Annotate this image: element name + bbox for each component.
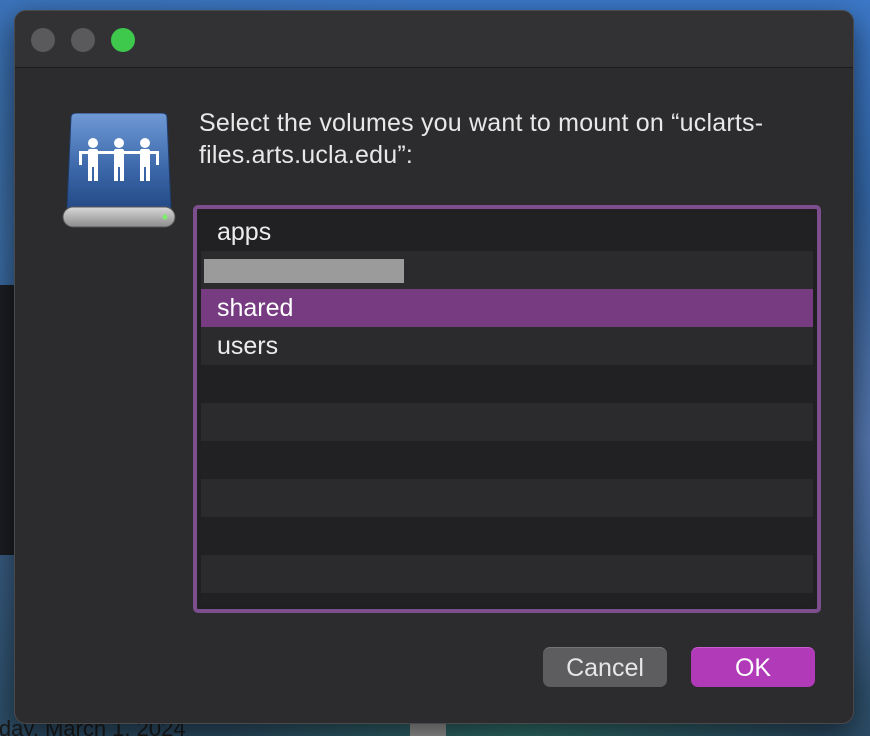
network-server-icon <box>61 112 177 231</box>
volume-row-selected[interactable]: shared <box>201 289 813 327</box>
empty-row <box>201 517 813 555</box>
volume-list-rows: apps shared users <box>201 213 813 605</box>
empty-row <box>201 365 813 403</box>
mount-volumes-dialog: Select the volumes you want to mount on … <box>14 10 854 724</box>
volume-label: users <box>217 332 279 360</box>
titlebar <box>15 11 853 68</box>
volume-label: apps <box>217 218 272 246</box>
dialog-prompt: Select the volumes you want to mount on … <box>199 109 764 169</box>
background-element <box>410 724 446 736</box>
empty-row <box>201 593 813 605</box>
ok-button[interactable]: OK <box>691 647 815 687</box>
minimize-button[interactable] <box>71 28 95 52</box>
redacted-volume-label <box>204 259 404 284</box>
empty-row <box>201 555 813 593</box>
close-button[interactable] <box>31 28 55 52</box>
volume-row[interactable]: apps <box>201 213 813 251</box>
empty-row <box>201 441 813 479</box>
cancel-button[interactable]: Cancel <box>543 647 667 687</box>
empty-row <box>201 479 813 517</box>
volume-list[interactable]: apps shared users <box>193 205 821 613</box>
volume-row[interactable] <box>201 251 813 289</box>
empty-row <box>201 403 813 441</box>
background-window-edge <box>0 285 14 555</box>
volume-label: shared <box>217 294 294 322</box>
zoom-button[interactable] <box>111 28 135 52</box>
volume-row[interactable]: users <box>201 327 813 365</box>
